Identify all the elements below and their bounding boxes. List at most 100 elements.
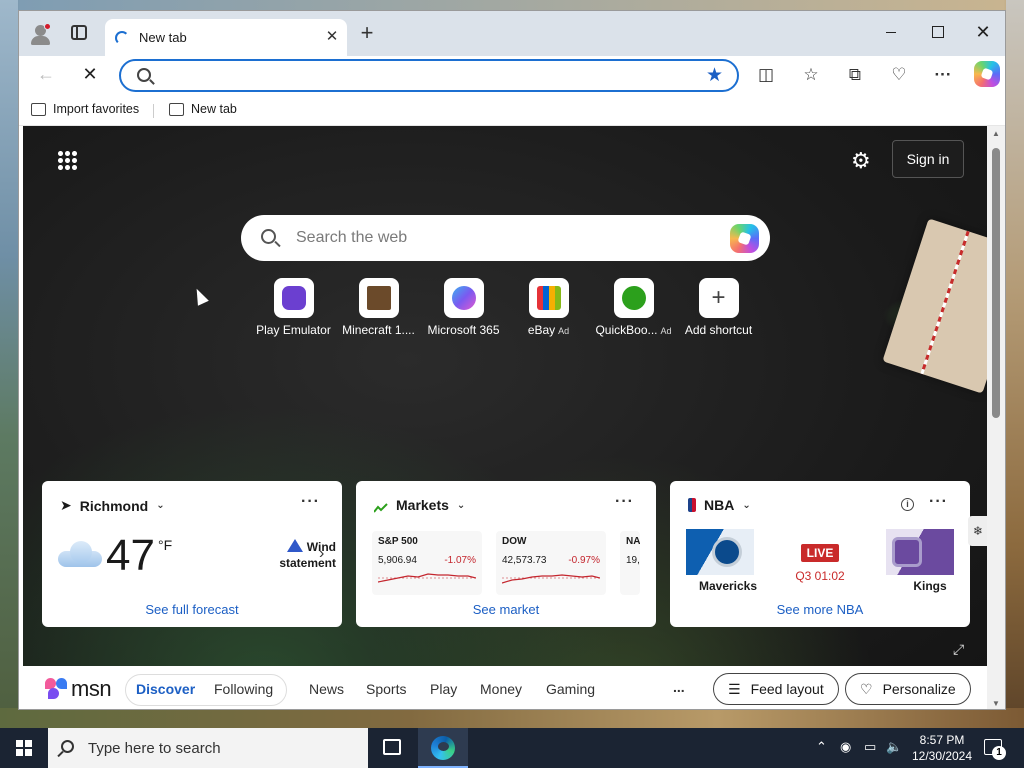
web-search-box[interactable] bbox=[241, 215, 770, 261]
favorite-label: New tab bbox=[191, 102, 237, 116]
market-name: S&P 500 bbox=[378, 536, 418, 547]
market-value: 42,573.73 bbox=[502, 555, 547, 566]
more-options-icon[interactable]: ··· bbox=[301, 493, 320, 511]
maximize-button[interactable] bbox=[923, 21, 951, 43]
tab-new-tab[interactable]: New tab ✕ bbox=[105, 19, 347, 56]
msn-logo[interactable]: msn bbox=[45, 676, 112, 702]
live-badge: LIVE bbox=[801, 544, 839, 562]
game-clock: Q3 01:02 bbox=[795, 569, 845, 583]
msn-wordmark: msn bbox=[71, 676, 112, 701]
taskbar-edge[interactable] bbox=[418, 728, 468, 768]
stop-loading-button[interactable]: ✕ bbox=[79, 63, 101, 85]
more-options-icon[interactable]: ··· bbox=[615, 493, 634, 511]
wind-alert-icon bbox=[286, 539, 303, 552]
system-clock[interactable]: 8:57 PM 12/30/2024 bbox=[910, 732, 974, 764]
shortcut-ebay[interactable]: eBay Ad bbox=[506, 278, 591, 337]
browser-essentials-icon[interactable]: ♡ bbox=[888, 64, 910, 86]
desktop-wallpaper-right bbox=[1006, 0, 1024, 728]
profile-icon[interactable] bbox=[29, 22, 53, 46]
split-screen-icon[interactable]: ◫ bbox=[755, 64, 777, 86]
shortcut-quickbooks[interactable]: QuickBoo... Ad bbox=[591, 278, 676, 337]
collections-icon[interactable]: ⧉ bbox=[844, 64, 866, 86]
see-more-nba-link[interactable]: See more NBA bbox=[670, 602, 970, 617]
weather-location[interactable]: ➤ Richmond ⌄ bbox=[60, 497, 165, 514]
close-window-button[interactable]: ✕ bbox=[969, 21, 997, 43]
expand-icon[interactable]: ⤢ bbox=[953, 641, 964, 658]
tab-gaming[interactable]: Gaming bbox=[546, 681, 595, 697]
page-settings-icon[interactable]: ⚙ bbox=[851, 148, 871, 174]
feed-layout-button[interactable]: ☰ Feed layout bbox=[713, 673, 839, 705]
desktop-wallpaper-bottom bbox=[0, 708, 1024, 728]
markets-header[interactable]: Markets ⌄ bbox=[373, 497, 465, 513]
address-input[interactable] bbox=[161, 66, 691, 86]
start-button[interactable] bbox=[16, 740, 32, 756]
info-icon[interactable]: i bbox=[901, 498, 914, 511]
tab-sports[interactable]: Sports bbox=[366, 681, 406, 697]
scroll-down-icon[interactable]: ▼ bbox=[992, 699, 1000, 708]
chevron-right-icon[interactable]: › bbox=[319, 545, 324, 563]
location-arrow-icon: ➤ bbox=[60, 497, 72, 513]
tab-close-icon[interactable]: ✕ bbox=[323, 28, 341, 46]
back-button[interactable]: ← bbox=[35, 63, 57, 85]
new-tab-button[interactable]: + bbox=[356, 22, 378, 45]
taskbar-search[interactable] bbox=[48, 728, 368, 768]
settings-more-icon[interactable]: ··· bbox=[932, 64, 954, 86]
nba-card[interactable]: NBA ⌄ i ··· Mavericks LIVE Q3 01:02 King… bbox=[670, 481, 970, 627]
clock-date: 12/30/2024 bbox=[911, 749, 973, 763]
app-launcher-icon[interactable] bbox=[57, 150, 77, 170]
scroll-thumb[interactable] bbox=[992, 148, 1000, 418]
tab-following[interactable]: Following bbox=[214, 681, 273, 697]
minimize-button[interactable] bbox=[877, 21, 905, 43]
desktop-wallpaper-left bbox=[0, 0, 18, 728]
see-market-link[interactable]: See market bbox=[356, 602, 656, 617]
web-search-input[interactable] bbox=[296, 228, 696, 248]
shortcut-play-emulator[interactable]: Play Emulator bbox=[251, 278, 336, 337]
shortcut-minecraft[interactable]: Minecraft 1.... bbox=[336, 278, 421, 337]
markets-card[interactable]: Markets ⌄ ··· S&P 500 5,906.94 -1.07% DOW… bbox=[356, 481, 656, 627]
add-icon: + bbox=[698, 278, 739, 318]
shortcut-add[interactable]: + Add shortcut bbox=[676, 278, 761, 337]
more-options-icon[interactable]: ··· bbox=[929, 493, 948, 511]
taskbar-search-input[interactable] bbox=[88, 738, 348, 758]
favorites-icon[interactable]: ☆ bbox=[800, 64, 822, 86]
tab-news[interactable]: News bbox=[309, 681, 344, 697]
address-bar[interactable]: ★ bbox=[119, 59, 739, 92]
favorite-import[interactable]: Import favorites bbox=[31, 102, 139, 116]
more-tabs-button[interactable]: ... bbox=[673, 679, 685, 695]
tab-money[interactable]: Money bbox=[480, 681, 522, 697]
market-tile-dow[interactable]: DOW 42,573.73 -0.97% bbox=[496, 531, 606, 595]
notification-count: 1 bbox=[992, 746, 1006, 760]
favorite-new-tab[interactable]: New tab bbox=[169, 102, 237, 116]
market-tile-nasdaq[interactable]: NA 19,4 bbox=[620, 531, 640, 595]
see-full-forecast-link[interactable]: See full forecast bbox=[42, 602, 342, 617]
nba-logo-icon bbox=[688, 498, 696, 512]
market-name: NA bbox=[626, 536, 640, 547]
temperature-unit: °F bbox=[158, 537, 173, 553]
tab-actions-icon[interactable] bbox=[71, 25, 87, 40]
copilot-icon[interactable] bbox=[974, 61, 1000, 87]
meet-now-icon[interactable]: ◉ bbox=[840, 739, 851, 755]
sign-in-button[interactable]: Sign in bbox=[892, 140, 964, 178]
tab-discover[interactable]: Discover bbox=[136, 681, 195, 697]
tab-play[interactable]: Play bbox=[430, 681, 457, 697]
task-view-icon[interactable] bbox=[383, 739, 401, 755]
scroll-up-icon[interactable]: ▲ bbox=[992, 129, 1000, 138]
favorite-star-icon[interactable]: ★ bbox=[706, 64, 723, 87]
personalize-button[interactable]: ♡ Personalize bbox=[845, 673, 971, 705]
page-scrollbar[interactable]: ▲ ▼ bbox=[987, 126, 1005, 709]
market-sparkline bbox=[501, 574, 601, 584]
team-kings[interactable]: Kings bbox=[874, 529, 954, 593]
search-icon bbox=[61, 740, 74, 753]
market-tile-sp500[interactable]: S&P 500 5,906.94 -1.07% bbox=[372, 531, 482, 595]
network-icon[interactable]: ▭ bbox=[864, 739, 876, 755]
copilot-icon[interactable] bbox=[730, 224, 759, 253]
shortcut-microsoft-365[interactable]: Microsoft 365 bbox=[421, 278, 506, 337]
show-hidden-icons[interactable]: ⌃ bbox=[816, 739, 827, 755]
cloudy-icon bbox=[58, 541, 102, 567]
market-change: -0.97% bbox=[568, 555, 600, 566]
nba-header[interactable]: NBA ⌄ bbox=[688, 497, 751, 513]
volume-icon[interactable]: 🔈 bbox=[886, 739, 902, 755]
theme-snowflake-icon[interactable]: ❄ bbox=[968, 516, 987, 546]
team-mavericks[interactable]: Mavericks bbox=[686, 529, 766, 593]
weather-card[interactable]: ➤ Richmond ⌄ ··· 47 °F Wind statement › … bbox=[42, 481, 342, 627]
